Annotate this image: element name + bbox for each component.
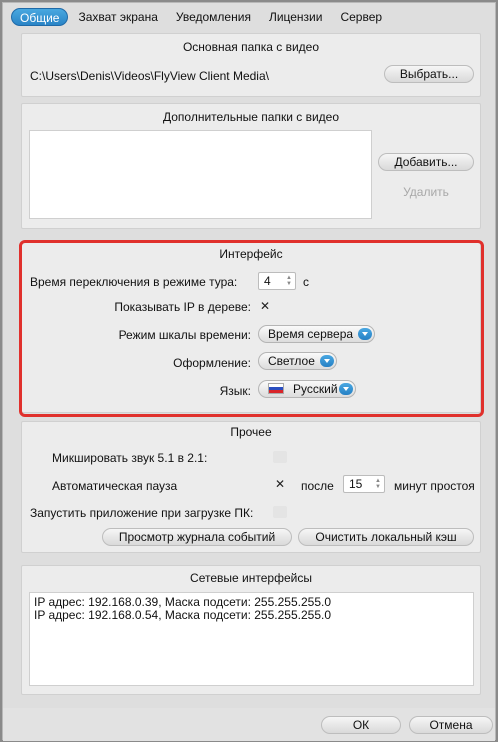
after-label: после xyxy=(301,479,334,493)
other-group: Прочее Микшировать звук 5.1 в 2.1: Автом… xyxy=(21,421,481,553)
tab-notifications[interactable]: Уведомления xyxy=(168,8,259,26)
event-log-button[interactable]: Просмотр журнала событий xyxy=(102,528,292,546)
settings-window: Общие Захват экрана Уведомления Лицензии… xyxy=(2,2,496,741)
autopause-checkbox[interactable]: ✕ xyxy=(273,478,287,490)
main-folder-group: Основная папка с видео C:\Users\Denis\Vi… xyxy=(21,33,481,97)
timeline-mode-label: Режим шкалы времени: xyxy=(118,328,251,342)
spinner-arrows-icon[interactable]: ▲ ▼ xyxy=(285,275,293,287)
minutes-idle-label: минут простоя xyxy=(394,479,475,493)
theme-label: Оформление: xyxy=(173,356,251,370)
tab-bar: Общие Захват экрана Уведомления Лицензии… xyxy=(11,8,390,28)
extra-folders-group: Дополнительные папки с видео Добавить...… xyxy=(21,103,481,229)
cancel-button[interactable]: Отмена xyxy=(409,716,493,734)
dialog-footer: ОК Отмена xyxy=(3,708,495,741)
list-item: IP адрес: 192.168.0.54, Маска подсети: 2… xyxy=(34,608,331,622)
timeline-mode-value: Время сервера xyxy=(268,327,354,341)
ok-button[interactable]: ОК xyxy=(321,716,401,734)
idle-minutes-spinner[interactable]: 15 ▲ ▼ xyxy=(343,475,385,493)
show-ip-checkbox[interactable]: ✕ xyxy=(258,300,272,312)
russia-flag-icon xyxy=(268,383,284,394)
network-list[interactable]: IP адрес: 192.168.0.39, Маска подсети: 2… xyxy=(29,592,474,686)
mix-audio-label: Микшировать звук 5.1 в 2.1: xyxy=(52,451,208,465)
autostart-label: Запустить приложение при загрузке ПК: xyxy=(30,506,254,520)
autostart-checkbox[interactable] xyxy=(273,506,287,518)
idle-minutes-value: 15 xyxy=(349,477,363,491)
theme-select[interactable]: Светлое xyxy=(258,352,337,370)
language-label: Язык: xyxy=(219,384,251,398)
tour-interval-unit: с xyxy=(303,275,309,289)
mix-audio-checkbox[interactable] xyxy=(273,451,287,463)
theme-value: Светлое xyxy=(268,354,315,368)
show-ip-label: Показывать IP в дереве: xyxy=(114,300,251,314)
chevron-down-icon[interactable] xyxy=(320,355,334,367)
interface-title: Интерфейс xyxy=(219,247,283,261)
browse-button[interactable]: Выбрать... xyxy=(384,65,474,83)
tab-screen-capture[interactable]: Захват экрана xyxy=(70,8,165,26)
chevron-down-icon[interactable] xyxy=(358,328,372,340)
tab-general[interactable]: Общие xyxy=(11,8,69,26)
language-select[interactable]: Русский xyxy=(258,380,356,398)
network-title: Сетевые интерфейсы xyxy=(190,571,312,585)
tab-licenses[interactable]: Лицензии xyxy=(261,8,331,26)
extra-folders-title: Дополнительные папки с видео xyxy=(162,110,340,124)
tour-interval-label: Время переключения в режиме тура: xyxy=(30,275,238,289)
main-folder-path: C:\Users\Denis\Videos\FlyView Client Med… xyxy=(30,69,269,83)
tab-server[interactable]: Сервер xyxy=(332,8,390,26)
clear-cache-button[interactable]: Очистить локальный кэш xyxy=(298,528,474,546)
tour-interval-value: 4 xyxy=(264,274,271,288)
tour-interval-spinner[interactable]: 4 ▲ ▼ xyxy=(258,272,296,290)
add-folder-button[interactable]: Добавить... xyxy=(378,153,474,171)
timeline-mode-select[interactable]: Время сервера xyxy=(258,325,375,343)
remove-folder-button[interactable]: Удалить xyxy=(378,183,474,201)
language-value: Русский xyxy=(293,382,338,396)
interface-group: Интерфейс Время переключения в режиме ту… xyxy=(21,241,481,413)
autopause-label: Автоматическая пауза xyxy=(52,479,178,493)
network-group: Сетевые интерфейсы IP адрес: 192.168.0.3… xyxy=(21,565,481,695)
other-title: Прочее xyxy=(230,425,272,439)
extra-folders-list[interactable] xyxy=(29,130,372,219)
main-folder-title: Основная папка с видео xyxy=(182,40,320,54)
chevron-down-icon[interactable] xyxy=(339,383,353,395)
spinner-arrows-icon[interactable]: ▲ ▼ xyxy=(374,478,382,490)
